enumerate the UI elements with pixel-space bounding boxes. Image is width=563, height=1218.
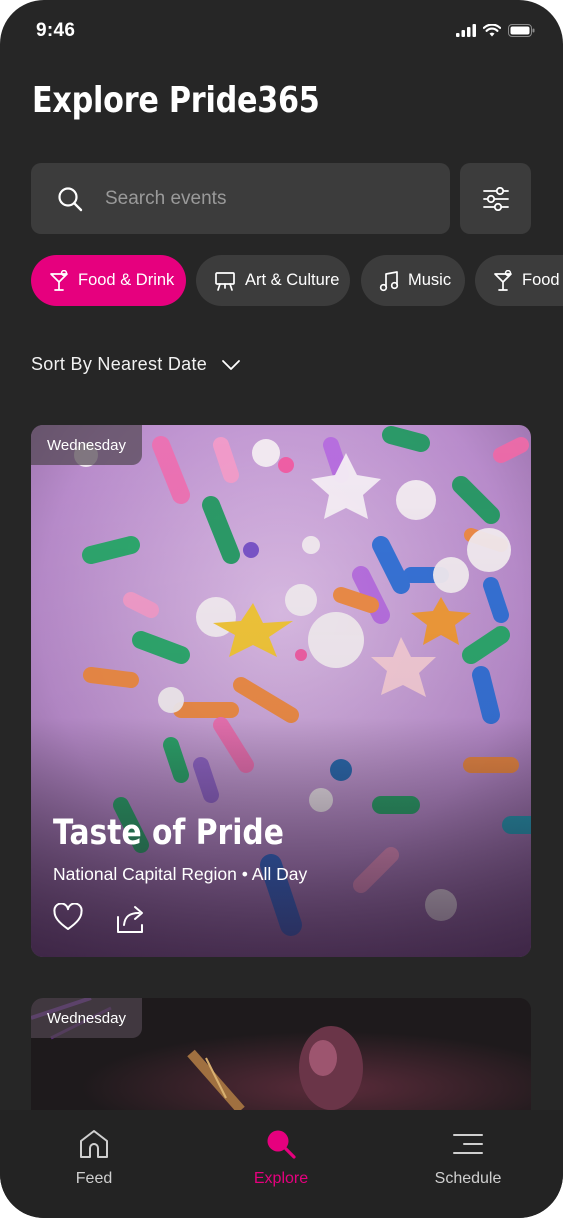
event-card[interactable]: Wednesday Taste of Pride National Capita… (31, 425, 531, 957)
event-region: National Capital Region (53, 864, 237, 884)
sliders-icon (482, 186, 509, 211)
share-icon[interactable] (115, 903, 147, 935)
status-bar: 9:46 (0, 0, 563, 62)
chip-art-culture[interactable]: Art & Culture (196, 255, 350, 306)
music-note-icon (379, 270, 399, 291)
tab-label: Feed (75, 1170, 113, 1187)
status-time: 9:46 (36, 20, 76, 41)
tab-explore[interactable]: Explore (221, 1128, 341, 1188)
chip-music[interactable]: Music (361, 255, 465, 306)
search-icon (267, 1130, 296, 1159)
category-chips: Food & Drink Art & Culture Music Food (31, 255, 563, 306)
search-bar[interactable] (31, 163, 450, 234)
event-meta: National Capital Region • All Day (53, 864, 308, 884)
search-input[interactable] (103, 186, 407, 211)
event-card[interactable]: Wednesday (31, 998, 531, 1110)
menu-lines-icon (453, 1134, 483, 1154)
signal-icon (456, 23, 476, 37)
chevron-down-icon (222, 359, 240, 370)
cocktail-icon (50, 269, 68, 291)
cocktail-icon (494, 269, 512, 291)
battery-icon (508, 23, 535, 37)
chip-label: Food & Drink (78, 271, 175, 289)
chip-label: Music (408, 271, 452, 289)
chip-label: Food (522, 271, 560, 289)
easel-icon (215, 271, 235, 291)
filter-button[interactable] (460, 163, 531, 234)
search-icon (58, 186, 83, 211)
sort-dropdown[interactable]: Sort By Nearest Date (31, 354, 241, 375)
wifi-icon (483, 23, 501, 36)
tab-schedule[interactable]: Schedule (408, 1128, 528, 1188)
chip-label: Art & Culture (245, 271, 340, 289)
sort-label: Sort By Nearest Date (31, 354, 208, 374)
card-actions (53, 903, 147, 935)
page-title: Explore Pride365 (32, 80, 320, 121)
tab-label: Schedule (434, 1170, 502, 1187)
tab-label: Explore (253, 1170, 309, 1187)
phone-screen: 9:46 Explore Pride365 Search events Food… (0, 0, 563, 1218)
day-badge: Wednesday (31, 998, 142, 1038)
event-title: Taste of Pride (53, 813, 284, 853)
status-icons (456, 20, 535, 40)
tab-feed[interactable]: Feed (34, 1128, 154, 1188)
chip-food-drink[interactable]: Food & Drink (31, 255, 186, 306)
heart-icon[interactable] (53, 903, 83, 931)
event-time: All Day (251, 864, 308, 884)
bottom-tab-bar: Feed Explore Schedule (0, 1110, 563, 1218)
day-badge: Wednesday (31, 425, 142, 465)
chip-food[interactable]: Food (475, 255, 563, 306)
home-icon (80, 1130, 108, 1158)
